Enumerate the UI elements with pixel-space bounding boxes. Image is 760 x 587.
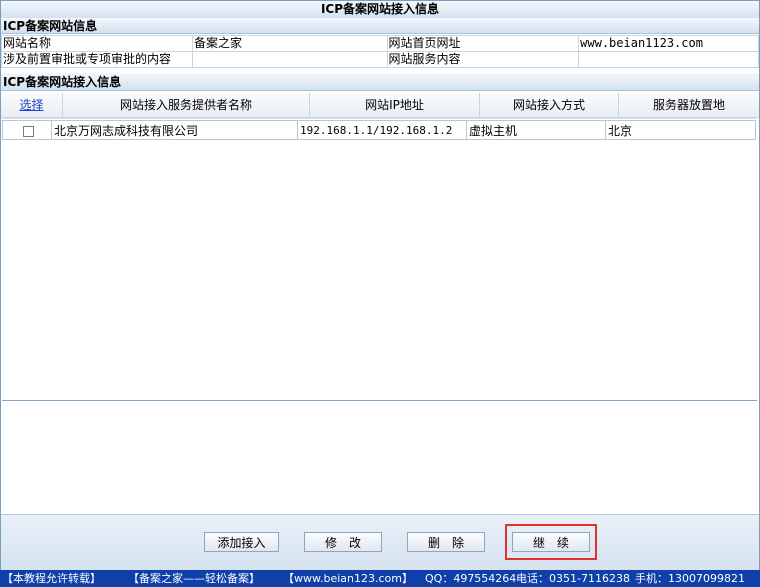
homepage-label: 网站首页网址: [386, 35, 580, 52]
homepage-value: www.beian1123.com: [578, 35, 759, 52]
service-content-label: 网站服务内容: [386, 51, 580, 68]
footer-qq: QQ：497554264: [425, 572, 517, 585]
add-access-button[interactable]: 添加接入: [204, 532, 279, 552]
column-header-select[interactable]: 选择: [1, 93, 63, 117]
site-info-table: 网站名称 备案之家 网站首页网址 www.beian1123.com 涉及前置审…: [1, 35, 759, 68]
table-row[interactable]: 北京万网志成科技有限公司 192.168.1.1/192.168.1.2 虚拟主…: [2, 120, 756, 142]
footer-notice: 【本教程允许转载】: [2, 572, 101, 585]
service-content-value: [578, 51, 759, 68]
window-title: ICP备案网站接入信息: [1, 1, 759, 19]
access-grid-header: 选择 网站接入服务提供者名称 网站IP地址 网站接入方式 服务器放置地: [1, 93, 759, 118]
access-info-section-title: ICP备案网站接入信息: [1, 73, 759, 91]
site-info-section-title: ICP备案网站信息: [1, 18, 759, 34]
footer-mobile: 手机：13007099821: [635, 572, 745, 585]
site-name-label: 网站名称: [1, 35, 193, 52]
provider-cell: 北京万网志成科技有限公司: [52, 120, 298, 140]
footer-bar: 【本教程允许转载】 【备案之家——轻松备案】 【www.beian123.com…: [0, 570, 760, 587]
main-window: ICP备案网站接入信息 ICP备案网站信息 网站名称 备案之家 网站首页网址 w…: [0, 0, 760, 570]
continue-highlight-box: [505, 524, 597, 560]
column-header-location: 服务器放置地: [652, 98, 725, 112]
location-cell: 北京: [606, 120, 756, 140]
column-header-provider: 网站接入服务提供者名称: [63, 93, 310, 117]
access-grid-body: 北京万网志成科技有限公司 192.168.1.1/192.168.1.2 虚拟主…: [2, 118, 757, 401]
column-header-method: 网站接入方式: [480, 93, 619, 117]
site-name-value: 备案之家: [191, 35, 388, 52]
column-header-ip: 网站IP地址: [310, 93, 480, 117]
edit-button[interactable]: 修 改: [304, 532, 382, 552]
footer-brand: 【备案之家——轻松备案】: [128, 572, 260, 585]
row-checkbox[interactable]: [22, 126, 34, 137]
row-select-cell: [2, 120, 52, 140]
ip-cell: 192.168.1.1/192.168.1.2: [298, 120, 467, 140]
delete-button[interactable]: 删 除: [407, 532, 485, 552]
footer-phone: 电话：0351-7116238: [516, 572, 630, 585]
approval-value: [191, 51, 388, 68]
approval-label: 涉及前置审批或专项审批的内容: [1, 51, 193, 68]
button-panel: 添加接入 修 改 删 除 继 续: [1, 514, 759, 570]
footer-website[interactable]: 【www.beian123.com】: [283, 570, 413, 587]
method-cell: 虚拟主机: [467, 120, 606, 140]
